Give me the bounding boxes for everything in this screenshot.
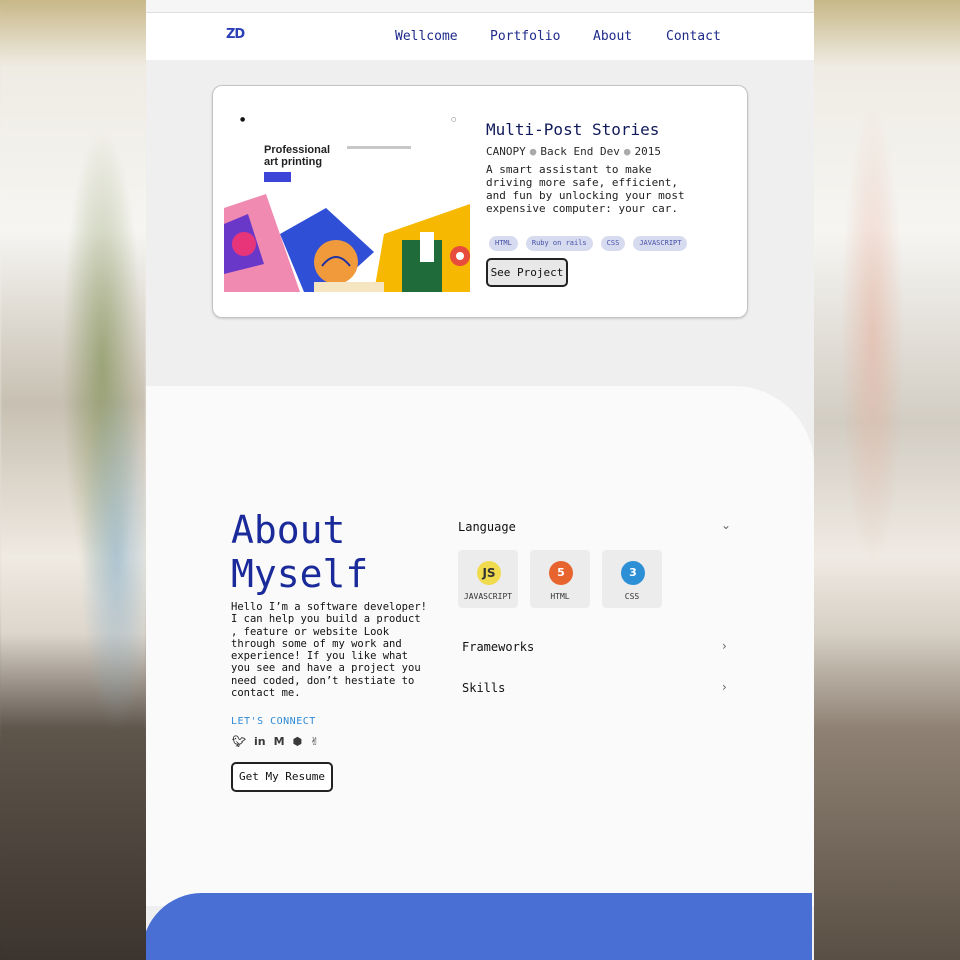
- github-icon[interactable]: ⬢: [293, 735, 303, 748]
- medium-icon[interactable]: M: [274, 735, 285, 748]
- tag-html: HTML: [489, 236, 518, 251]
- logo[interactable]: ZD: [226, 27, 245, 42]
- css3-icon: 3: [621, 561, 645, 585]
- language-label: HTML: [550, 592, 570, 601]
- tag-css: CSS: [600, 236, 626, 251]
- language-label: CSS: [624, 592, 640, 601]
- project-card: ● ○ Professional art printing Multi-Post…: [212, 85, 748, 318]
- javascript-icon: JS: [477, 561, 501, 585]
- project-thumbnail: ● ○ Professional art printing: [224, 108, 470, 292]
- background-right: [814, 0, 960, 960]
- html5-icon: 5: [549, 561, 573, 585]
- get-resume-button[interactable]: Get My Resume: [231, 762, 333, 792]
- accordion-skills[interactable]: Skills: [462, 681, 505, 695]
- social-links: 🐦︎ in M ⬢ ✌: [232, 735, 319, 748]
- nav-link-about[interactable]: About: [593, 29, 632, 44]
- thumbnail-artwork: [224, 194, 470, 292]
- nav-link-wellcome[interactable]: Wellcome: [395, 29, 458, 44]
- project-tags: HTML Ruby on rails CSS JAVASCRIPT: [489, 236, 688, 251]
- portfolio-page: ZD Wellcome Portfolio About Contact ● ○ …: [146, 0, 814, 960]
- thumbnail-logo-icon: ●: [240, 116, 246, 123]
- accordion-language[interactable]: Language: [458, 520, 516, 534]
- nav-link-contact[interactable]: Contact: [666, 29, 721, 44]
- accordion-frameworks[interactable]: Frameworks: [462, 640, 534, 654]
- language-tile-html: 5 HTML: [530, 550, 590, 608]
- project-year: 2015: [634, 145, 661, 158]
- lets-connect-label: LET'S CONNECT: [231, 716, 316, 727]
- project-role: Back End Dev: [540, 145, 620, 158]
- about-text: Hello I’m a software developer! I can he…: [231, 601, 427, 700]
- thumbnail-button: [264, 172, 291, 182]
- background-left: [0, 0, 146, 960]
- about-heading-line1: About: [231, 508, 346, 552]
- tag-javascript: JAVASCRIPT: [633, 236, 688, 251]
- chevron-right-icon[interactable]: ›: [722, 639, 727, 653]
- contact-section: [146, 893, 812, 960]
- about-heading: About Myself: [231, 508, 368, 596]
- project-company: CANOPY: [486, 145, 526, 158]
- language-tile-css: 3 CSS: [602, 550, 662, 608]
- about-heading-line2: Myself: [231, 552, 369, 596]
- about-section: About Myself Hello I’m a software develo…: [146, 386, 814, 906]
- language-list: JS JAVASCRIPT 5 HTML 3 CSS: [458, 550, 662, 608]
- language-tile-javascript: JS JAVASCRIPT: [458, 550, 518, 608]
- thumbnail-headline: Professional art printing: [264, 144, 331, 168]
- project-meta: CANOPY ● Back End Dev ● 2015: [486, 145, 661, 158]
- chevron-right-icon[interactable]: ›: [722, 680, 727, 694]
- nav-link-portfolio[interactable]: Portfolio: [490, 29, 560, 44]
- tag-ruby-on-rails: Ruby on rails: [525, 236, 593, 251]
- navbar: ZD Wellcome Portfolio About Contact: [146, 13, 814, 60]
- meta-separator-icon: ●: [623, 145, 631, 158]
- see-project-button[interactable]: See Project: [486, 258, 568, 287]
- twitter-icon[interactable]: 🐦︎: [232, 735, 246, 748]
- meta-separator-icon: ●: [529, 145, 537, 158]
- angellist-icon[interactable]: ✌: [310, 735, 319, 748]
- thumbnail-divider: [347, 146, 411, 149]
- thumbnail-menu-icon: ○: [451, 116, 457, 123]
- linkedin-icon[interactable]: in: [254, 735, 266, 748]
- browser-toolbar: [146, 0, 814, 13]
- project-description: A smart assistant to make driving more s…: [486, 163, 685, 215]
- chevron-down-icon[interactable]: ⌄: [721, 518, 731, 532]
- project-title: Multi-Post Stories: [486, 120, 660, 139]
- language-label: JAVASCRIPT: [463, 592, 513, 601]
